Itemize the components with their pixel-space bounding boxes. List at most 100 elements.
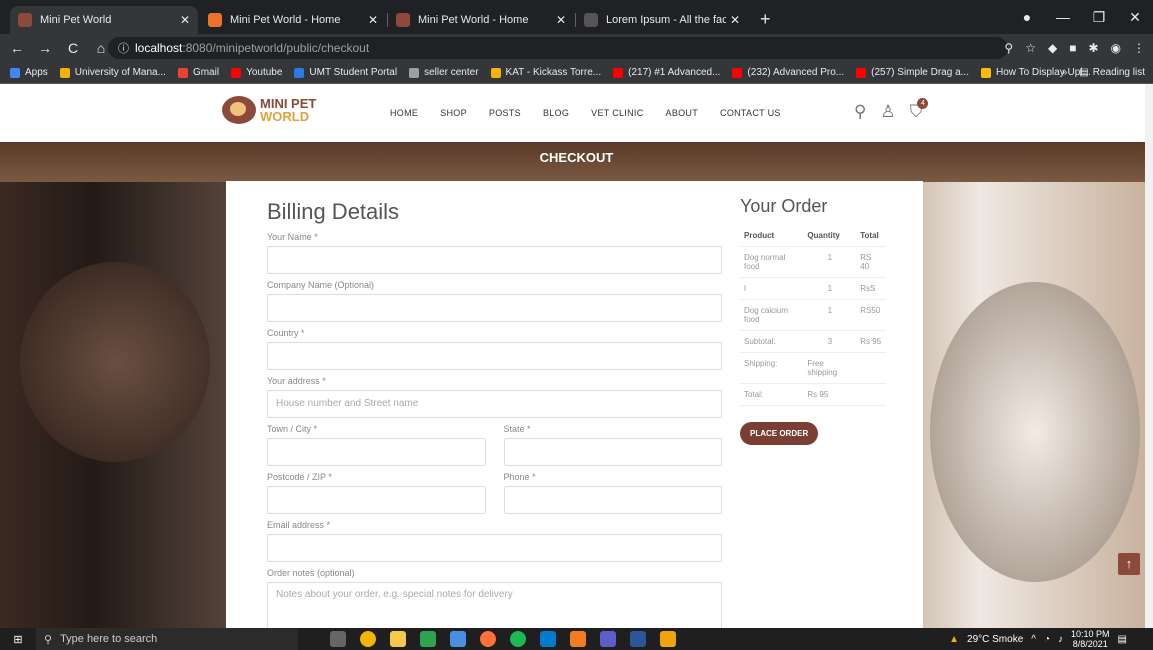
table-row: Dog normal food 1 RS 40: [740, 246, 886, 278]
menu-blog[interactable]: BLOG: [543, 108, 569, 118]
bookmark-item[interactable]: (217) #1 Advanced...: [613, 67, 720, 78]
order-notes-textarea[interactable]: Notes about your order, e.g. special not…: [267, 582, 722, 628]
app-icon[interactable]: [420, 631, 436, 647]
background-image-blur: [930, 282, 1140, 582]
restore-icon[interactable]: ❐: [1081, 9, 1117, 26]
company-label: Company Name (Optional): [267, 280, 375, 290]
bookmark-icon: [294, 67, 305, 78]
town-field[interactable]: [267, 438, 486, 466]
task-view-icon[interactable]: [330, 631, 346, 647]
chrome-icon[interactable]: [360, 631, 376, 647]
bookmark-item[interactable]: University of Mana...: [59, 67, 166, 78]
scroll-to-top-button[interactable]: ↑: [1118, 553, 1140, 575]
taskbar-search[interactable]: ⚲ Type here to search: [36, 628, 298, 650]
star-icon[interactable]: ☆: [1025, 41, 1036, 55]
gmail-icon: [177, 67, 188, 78]
bookmark-item[interactable]: (232) Advanced Pro...: [732, 67, 844, 78]
bookmark-item[interactable]: seller center: [409, 67, 479, 78]
bookmark-item[interactable]: Gmail: [177, 67, 219, 78]
tab-home-1[interactable]: Mini Pet World - Home ✕: [200, 6, 388, 34]
close-tab-icon[interactable]: ✕: [556, 13, 566, 27]
bookmark-item[interactable]: (257) Simple Drag a...: [856, 67, 969, 78]
url-bar[interactable]: ⓘ localhost :8080/minipetworld/public/ch…: [108, 37, 1008, 59]
address-field[interactable]: House number and Street name: [267, 390, 722, 418]
total-label: Total:: [740, 383, 804, 406]
search-icon[interactable]: ⚲: [854, 102, 866, 122]
zoom-icon[interactable]: ⚲: [1004, 41, 1013, 55]
menu-shop[interactable]: SHOP: [440, 108, 467, 118]
bookmark-label: Youtube: [246, 67, 283, 78]
clock[interactable]: 10:10 PM 8/8/2021: [1071, 629, 1110, 649]
state-group: State *: [503, 423, 722, 471]
word-icon[interactable]: [630, 631, 646, 647]
user-icon[interactable]: ♙: [880, 102, 895, 122]
menu-contact-us[interactable]: CONTACT US: [720, 108, 781, 118]
bookmark-item[interactable]: Youtube: [231, 67, 282, 78]
site-logo[interactable]: MINI PET WORLD: [222, 96, 316, 124]
close-tab-icon[interactable]: ✕: [180, 13, 190, 27]
name-field[interactable]: [267, 246, 722, 274]
billing-heading: Billing Details: [267, 199, 400, 224]
phone-label: Phone *: [503, 472, 536, 482]
url-path: :8080/minipetworld/public/checkout: [182, 41, 370, 55]
close-tab-icon[interactable]: ✕: [730, 13, 740, 27]
close-window-icon[interactable]: ✕: [1117, 9, 1153, 26]
puzzle-icon[interactable]: ✱: [1088, 41, 1098, 55]
menu-icon[interactable]: ⋮: [1133, 41, 1145, 55]
vscode-icon[interactable]: [540, 631, 556, 647]
windows-start-icon[interactable]: ⊞: [0, 633, 36, 646]
menu-vet-clinic[interactable]: VET CLINIC: [591, 108, 643, 118]
new-tab-button[interactable]: +: [760, 6, 771, 34]
volume-icon[interactable]: ♪: [1058, 634, 1063, 645]
company-field[interactable]: [267, 294, 722, 322]
tab-mini-pet-world[interactable]: Mini Pet World ✕: [10, 6, 198, 34]
country-field[interactable]: [267, 342, 722, 370]
info-icon[interactable]: ⓘ: [118, 40, 129, 56]
teams-icon[interactable]: [600, 631, 616, 647]
bookmark-item[interactable]: UMT Student Portal: [294, 67, 397, 78]
tab-lorem-ipsum[interactable]: Lorem Ipsum - All the facts - Lip: ✕: [576, 6, 748, 34]
shipping-label: Shipping:: [740, 352, 804, 384]
app-icon[interactable]: [450, 631, 466, 647]
reload-icon[interactable]: C: [62, 40, 84, 56]
forward-icon[interactable]: →: [34, 40, 56, 56]
minimize-icon[interactable]: —: [1045, 9, 1081, 25]
subtotal-qty: 3: [803, 330, 857, 353]
file-explorer-icon[interactable]: [390, 631, 406, 647]
firefox-icon[interactable]: [480, 631, 496, 647]
place-order-button[interactable]: PLACE ORDER: [740, 422, 819, 445]
close-tab-icon[interactable]: ✕: [368, 13, 378, 27]
sublime-icon[interactable]: [660, 631, 676, 647]
bookmark-item[interactable]: KAT - Kickass Torre...: [490, 67, 601, 78]
tray-chevron-icon[interactable]: ^: [1031, 634, 1036, 645]
extension-icon[interactable]: ◆: [1048, 41, 1057, 55]
address-toolbar: ← → C ⌂ ⓘ localhost :8080/minipetworld/p…: [0, 34, 1153, 62]
product-cell: Dog calcium food: [740, 299, 804, 331]
reading-list-button[interactable]: Reading list: [1093, 67, 1145, 78]
url-host: localhost: [135, 41, 183, 55]
extension-icon[interactable]: ■: [1069, 41, 1076, 55]
menu-posts[interactable]: POSTS: [489, 108, 521, 118]
back-icon[interactable]: ←: [6, 40, 28, 56]
profile-icon[interactable]: ●: [1009, 9, 1045, 25]
page-scrollbar[interactable]: [1145, 84, 1153, 628]
avatar[interactable]: ◉: [1111, 41, 1121, 55]
state-field[interactable]: [503, 438, 722, 466]
phone-field[interactable]: [503, 486, 722, 514]
weather-text[interactable]: 29°C Smoke: [967, 634, 1023, 645]
menu-home[interactable]: HOME: [390, 108, 418, 118]
app-icon[interactable]: [510, 631, 526, 647]
email-label: Email address *: [267, 520, 331, 530]
bookmarks-bar: Apps University of Mana... Gmail Youtube…: [0, 62, 1153, 84]
notifications-icon[interactable]: ▤: [1118, 634, 1127, 645]
more-bookmarks-button[interactable]: »: [1062, 67, 1068, 78]
network-icon[interactable]: ◔: [1044, 634, 1050, 645]
postcode-field[interactable]: [267, 486, 486, 514]
app-icon[interactable]: [570, 631, 586, 647]
cart-icon[interactable]: ⛉ 4: [910, 98, 929, 122]
email-field[interactable]: [267, 534, 722, 562]
bookmark-apps[interactable]: Apps: [10, 67, 48, 78]
menu-about[interactable]: ABOUT: [666, 108, 699, 118]
total-cell: RS 40: [856, 246, 886, 278]
tab-home-2[interactable]: Mini Pet World - Home ✕: [388, 6, 576, 34]
